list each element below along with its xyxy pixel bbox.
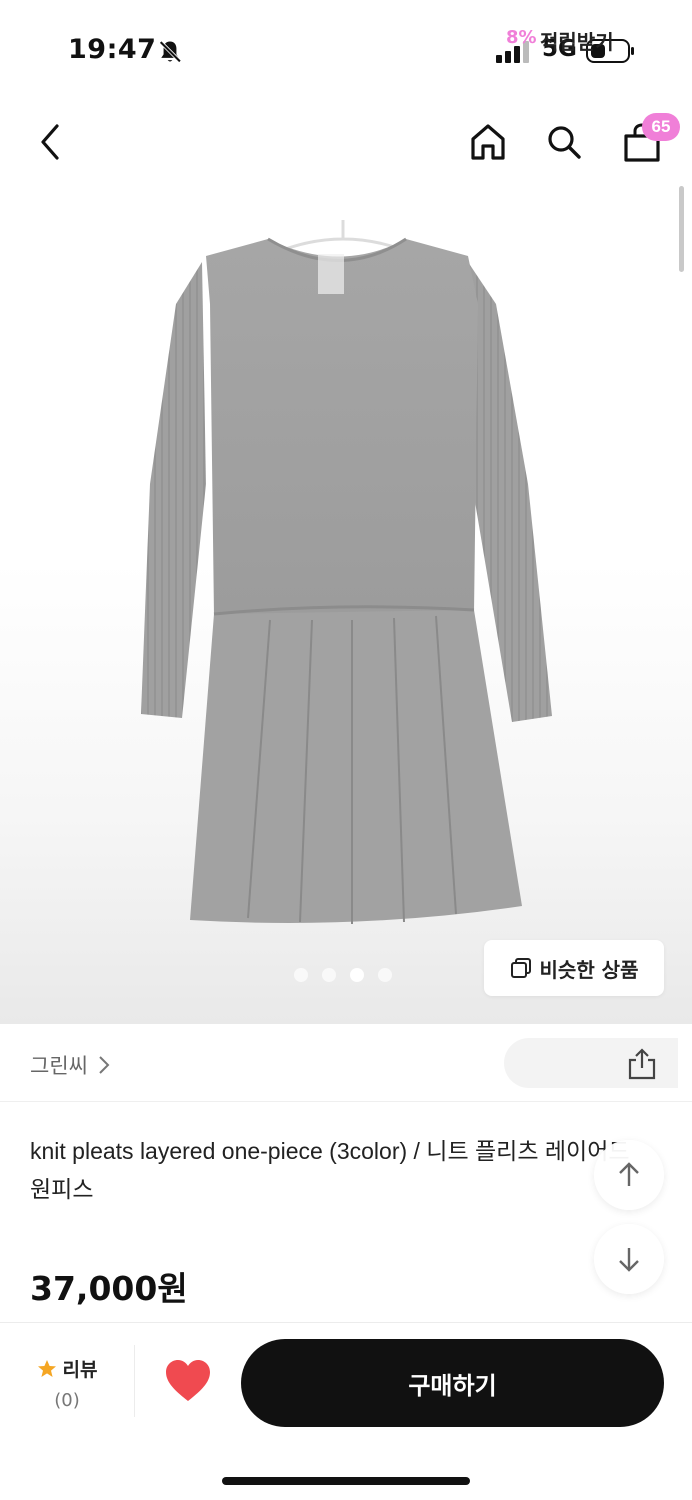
product-image[interactable] — [0, 184, 692, 1024]
bell-off-icon — [159, 40, 182, 63]
product-price: 37,000원 — [30, 1269, 188, 1308]
home-indicator[interactable] — [222, 1477, 470, 1485]
scroll-indicator[interactable] — [679, 186, 684, 272]
review-button[interactable]: 리뷰 (0) — [30, 1355, 104, 1411]
top-nav — [0, 100, 692, 184]
search-icon — [548, 126, 581, 159]
review-count: (0) — [54, 1390, 80, 1411]
points-percent: 8% — [506, 27, 537, 48]
similar-products-button[interactable]: 비슷한 상품 — [484, 940, 664, 996]
product-title: knit pleats layered one-piece (3color) /… — [30, 1138, 630, 1202]
buy-button[interactable]: 구매하기 — [241, 1339, 664, 1427]
carousel-dot[interactable] — [378, 968, 392, 982]
arrow-down-icon — [619, 1248, 639, 1272]
chevron-right-icon — [99, 1056, 110, 1074]
scroll-up-button[interactable] — [594, 1140, 664, 1210]
divider — [134, 1345, 135, 1417]
points-label[interactable]: 적립받기 — [540, 26, 614, 55]
home-icon — [471, 124, 505, 160]
heart-icon[interactable] — [164, 1359, 212, 1403]
cart-count-badge: 65 — [642, 113, 680, 141]
carousel-dot[interactable] — [322, 968, 336, 982]
search-button[interactable] — [540, 118, 588, 166]
review-label: 리뷰 — [62, 1359, 98, 1381]
brand-name: 그린씨 — [30, 1054, 88, 1078]
brand-row: 그린씨 — [0, 1024, 692, 1102]
share-icon[interactable] — [624, 1046, 660, 1082]
copy-icon — [510, 958, 531, 978]
brand-link[interactable]: 그린씨 — [30, 1050, 110, 1080]
star-icon — [37, 1359, 56, 1377]
scroll-down-button[interactable] — [594, 1224, 664, 1294]
similar-products-label: 비슷한 상품 — [539, 957, 639, 982]
home-button[interactable] — [464, 118, 512, 166]
carousel-dots — [294, 968, 392, 982]
chevron-left-icon — [41, 124, 59, 160]
arrow-up-icon — [619, 1162, 639, 1186]
bottom-action-bar: 리뷰 (0) 구매하기 — [0, 1322, 692, 1500]
status-time: 19:47 — [68, 34, 157, 65]
dress-photo — [141, 220, 552, 924]
back-button[interactable] — [28, 120, 72, 164]
carousel-dot[interactable] — [294, 968, 308, 982]
carousel-dot-active[interactable] — [350, 968, 364, 982]
review-title: 리뷰 — [30, 1355, 104, 1382]
